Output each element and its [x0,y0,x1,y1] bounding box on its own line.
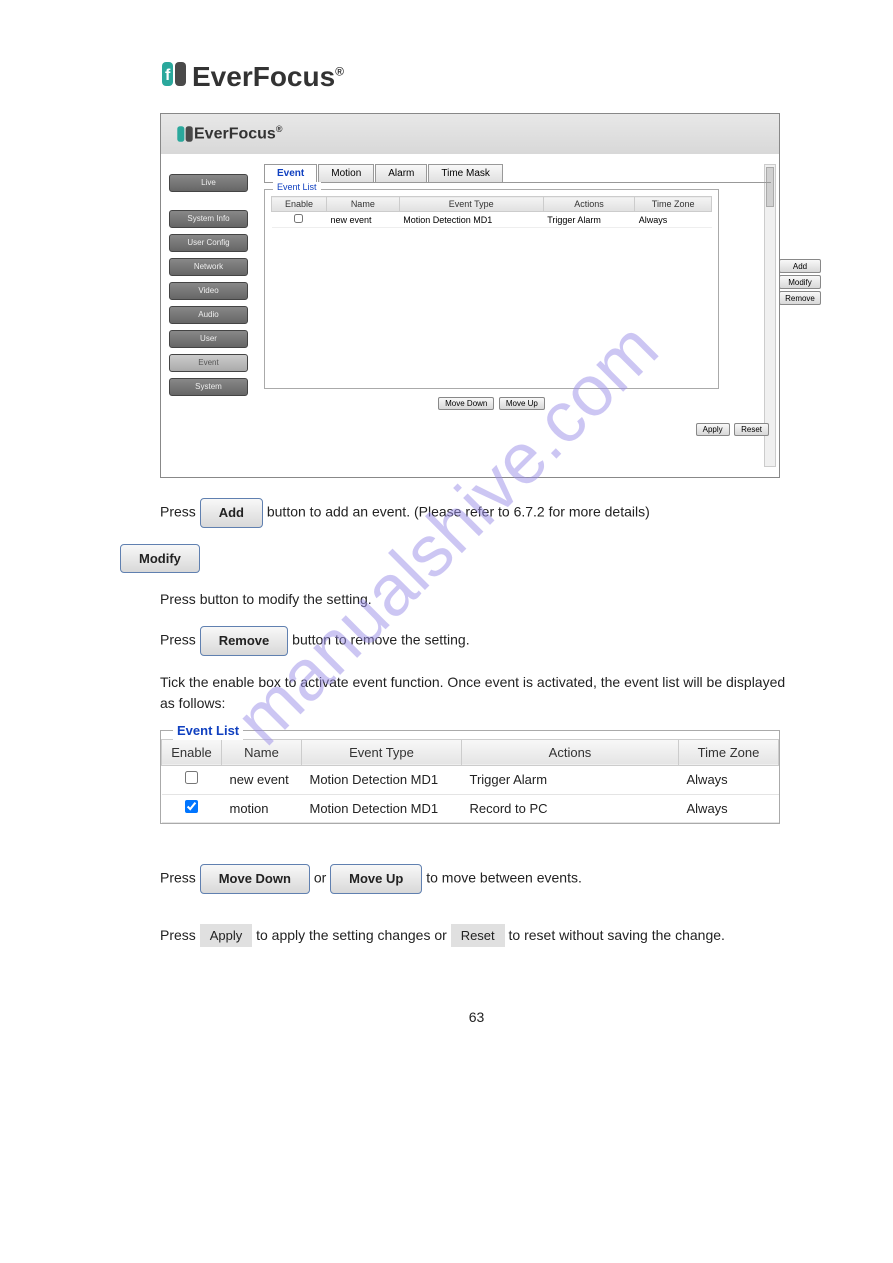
text: to reset without saving the change. [509,927,725,943]
cell-actions: Trigger Alarm [462,766,679,795]
sidebar-item-system-info[interactable]: System Info [169,210,248,228]
svg-text:f: f [165,67,171,84]
sidebar-item-user-config[interactable]: User Config [169,234,248,252]
text: Press [160,869,196,885]
text: button to remove the setting. [292,631,469,647]
doc-apply-button: Apply [200,924,253,948]
app-header: EverFocus® [161,114,779,154]
cell-time-zone: Always [635,212,712,228]
cell-time-zone: Always [679,794,779,823]
page-logo: f EverFocus® [60,60,833,93]
sidebar-item-video[interactable]: Video [169,282,248,300]
brand-text: EverFocus® [192,61,344,93]
cell-event-type: Motion Detection MD1 [302,766,462,795]
cell-time-zone: Always [679,766,779,795]
cell-event-type: Motion Detection MD1 [302,794,462,823]
col-event-type: Event Type [399,197,543,212]
col-enable: Enable [162,739,222,766]
sidebar-item-user[interactable]: User [169,330,248,348]
col-name: Name [222,739,302,766]
table-row[interactable]: new event Motion Detection MD1 Trigger A… [272,212,712,228]
sidebar-item-audio[interactable]: Audio [169,306,248,324]
add-button[interactable]: Add [779,259,821,273]
sidebar-item-network[interactable]: Network [169,258,248,276]
tab-event[interactable]: Event [264,164,317,182]
text: Press [160,631,196,647]
sidebar-item-system[interactable]: System [169,378,248,396]
col-time-zone: Time Zone [679,739,779,766]
text: or [314,869,326,885]
page-number: 63 [160,1007,793,1028]
col-name: Name [326,197,399,212]
modify-button[interactable]: Modify [779,275,821,289]
doc-add-button: Add [200,498,263,528]
tab-bar: Event Motion Alarm Time Mask [264,164,771,183]
table-row[interactable]: motion Motion Detection MD1 Record to PC… [162,794,779,823]
col-actions: Actions [543,197,635,212]
text: to move between events. [426,869,582,885]
cell-name: new event [326,212,399,228]
cell-event-type: Motion Detection MD1 [399,212,543,228]
event-list-box: Event List Enable Name Event Type Action… [264,189,719,389]
move-up-button[interactable]: Move Up [499,397,545,410]
tab-motion[interactable]: Motion [318,164,374,182]
cell-name: motion [222,794,302,823]
sidebar: Live System Info User Config Network Vid… [161,164,256,477]
move-down-button[interactable]: Move Down [438,397,494,410]
enable-checkbox[interactable] [185,800,198,813]
col-time-zone: Time Zone [635,197,712,212]
sidebar-item-event[interactable]: Event [169,354,248,372]
col-event-type: Event Type [302,739,462,766]
text: Press [160,503,196,519]
reset-button[interactable]: Reset [734,423,769,436]
everfocus-logo-icon [176,125,194,143]
tab-time-mask[interactable]: Time Mask [428,164,503,182]
apply-button[interactable]: Apply [696,423,730,436]
cell-actions: Record to PC [462,794,679,823]
text: Press [160,927,196,943]
panel-legend: Event List [173,721,243,741]
app-brand-text: EverFocus® [194,124,282,143]
event-table: Enable Name Event Type Actions Time Zone [271,196,712,228]
doc-move-up-button: Move Up [330,864,422,894]
doc-remove-button: Remove [200,626,289,656]
event-list-legend: Event List [273,182,321,192]
text: Press [160,591,196,607]
table-row[interactable]: new event Motion Detection MD1 Trigger A… [162,766,779,795]
everfocus-logo-icon: f [160,60,188,93]
enable-checkbox[interactable] [294,214,303,223]
cell-actions: Trigger Alarm [543,212,635,228]
text: to apply the setting changes or [256,927,447,943]
event-list-panel: Event List Enable Name Event Type Action… [160,730,780,825]
col-enable: Enable [272,197,327,212]
doc-reset-button: Reset [451,924,505,948]
text: button to add an event. (Please refer to… [267,503,650,519]
enable-description: Tick the enable box to activate event fu… [160,672,793,714]
doc-modify-button: Modify [120,544,200,574]
app-screenshot: EverFocus® Live System Info User Config … [160,113,780,478]
text: button to modify the setting. [200,591,372,607]
panel-table: Enable Name Event Type Actions Time Zone… [161,739,779,824]
cell-name: new event [222,766,302,795]
tab-alarm[interactable]: Alarm [375,164,427,182]
enable-checkbox[interactable] [185,771,198,784]
doc-move-down-button: Move Down [200,864,310,894]
remove-button[interactable]: Remove [779,291,821,305]
sidebar-live-button[interactable]: Live [169,174,248,192]
col-actions: Actions [462,739,679,766]
